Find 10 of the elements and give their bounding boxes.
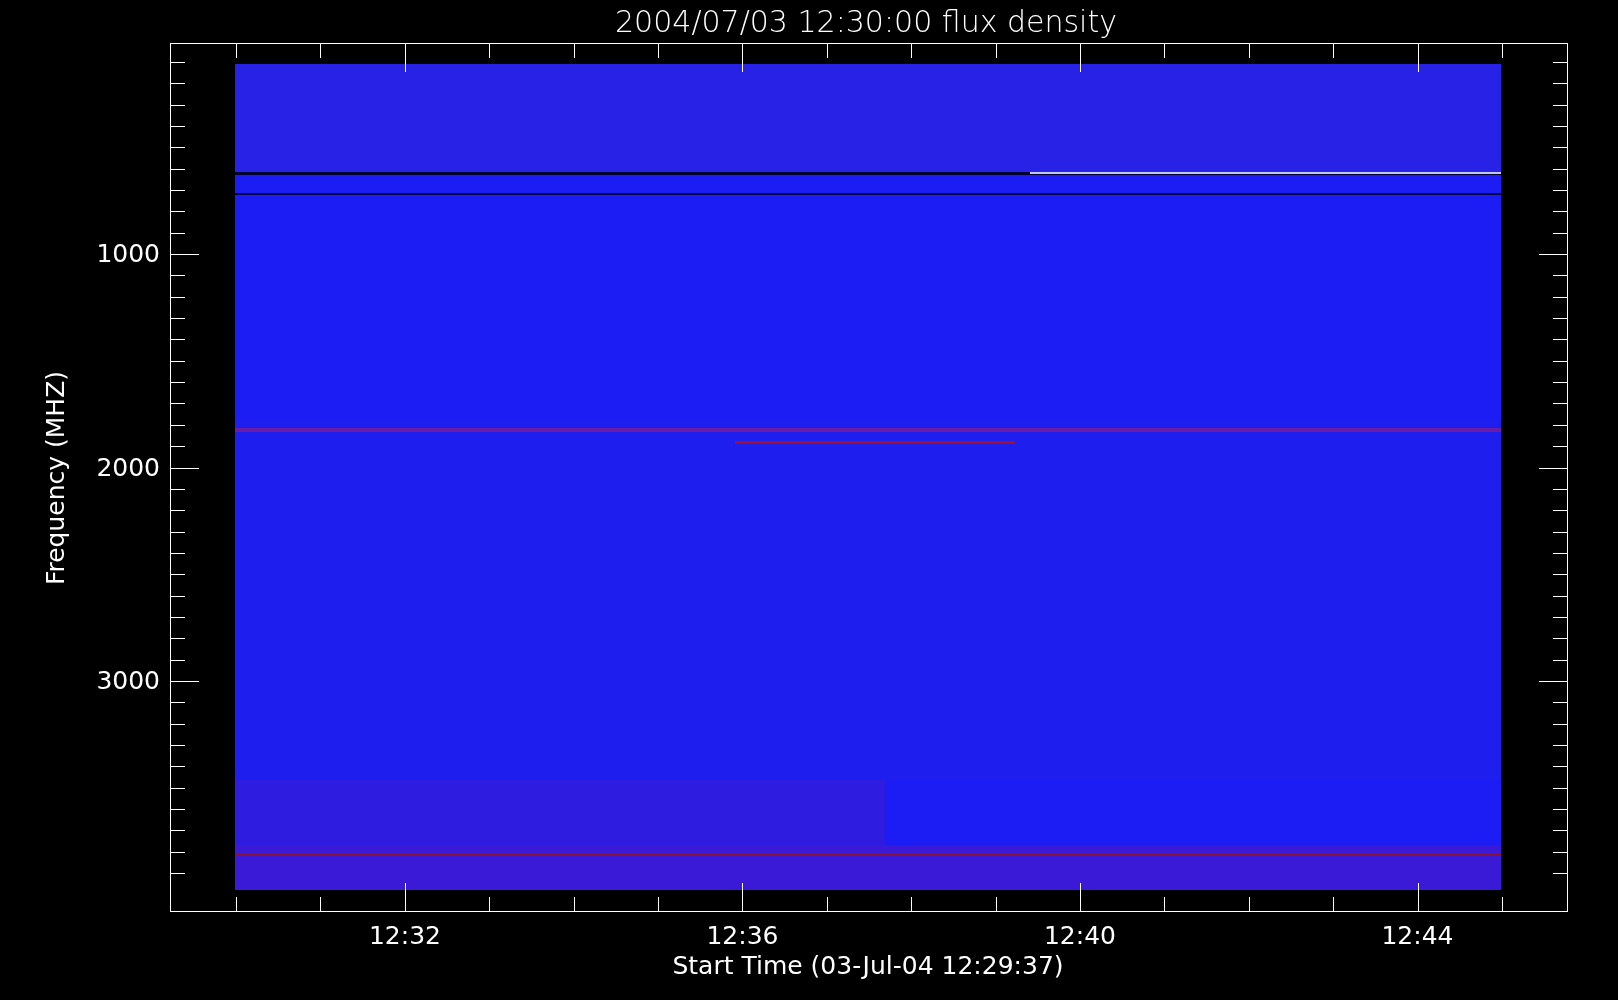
x-tick-label: 12:36 [706,921,779,950]
chart-title: 2004/07/03 12:30:00 flux density [615,4,1117,39]
y-axis-label: Frequency (MHZ) [41,370,70,586]
x-tick-label: 12:40 [1044,921,1116,950]
y-tick-label: 3000 [96,666,160,695]
x-tick-label: 12:32 [369,921,441,950]
x-axis-label: Start Time (03-Jul-04 12:29:37) [672,951,1064,980]
y-tick-label: 1000 [96,239,160,268]
x-tick-label: 12:44 [1381,921,1454,950]
y-tick-label: 2000 [96,452,160,482]
